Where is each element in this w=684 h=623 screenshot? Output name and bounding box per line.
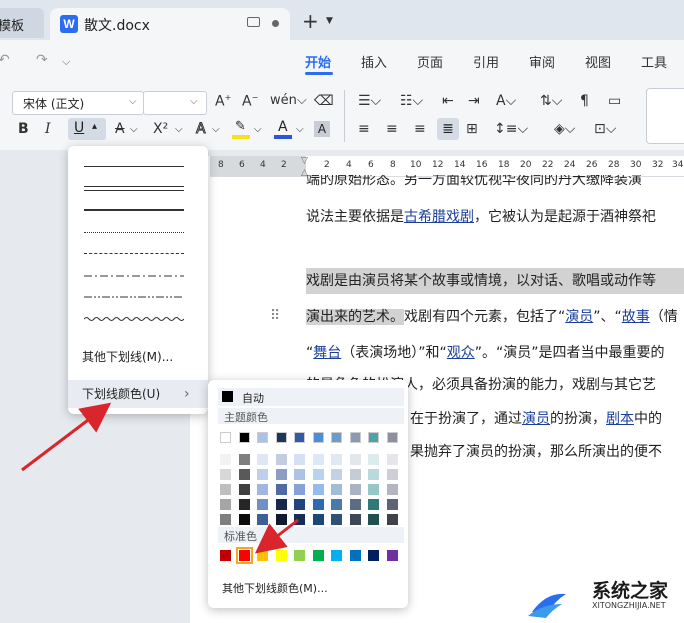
watermark-url: XITONGZHIJIA.NET bbox=[592, 601, 666, 610]
arrow-to-underline-color bbox=[21, 402, 112, 472]
watermark-logo-icon bbox=[526, 590, 566, 618]
annotation-arrows bbox=[21, 402, 299, 554]
arrow-to-red-swatch bbox=[254, 518, 299, 554]
watermark: 系统之家 XITONGZHIJIA.NET bbox=[526, 574, 684, 623]
watermark-brand: 系统之家 bbox=[592, 580, 669, 602]
